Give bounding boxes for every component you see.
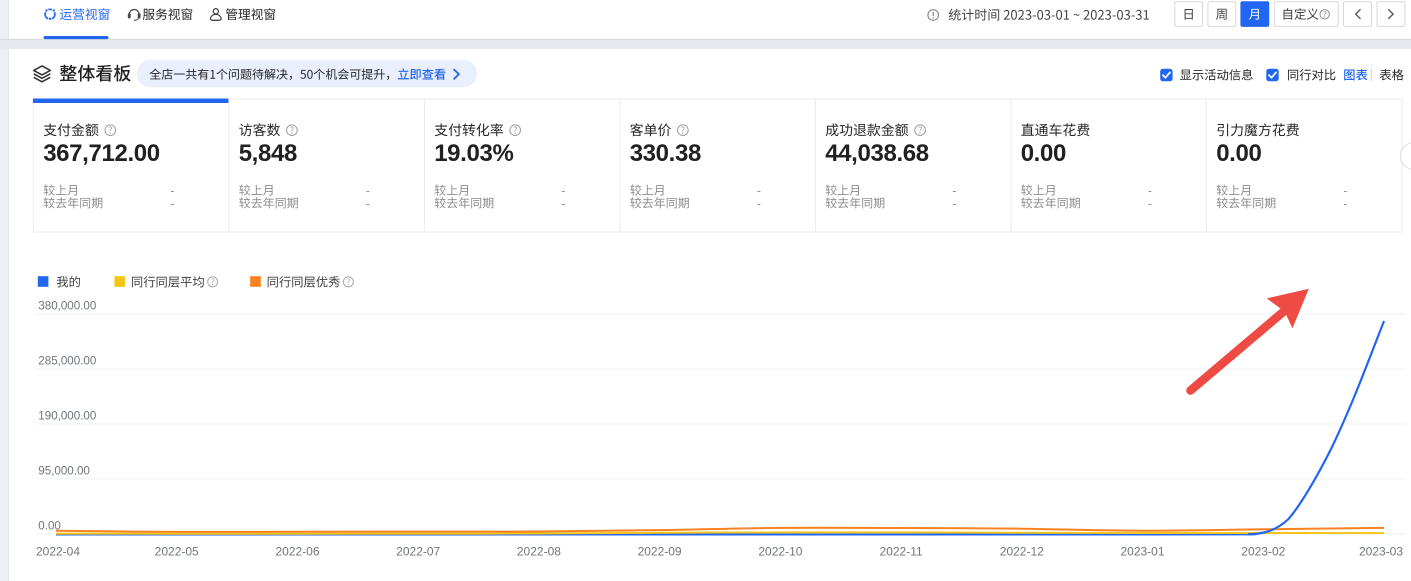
svg-text:2022-04: 2022-04 xyxy=(36,544,80,558)
svg-text:2022-08: 2022-08 xyxy=(517,544,561,558)
svg-text:-: - xyxy=(757,196,761,210)
svg-text:2022-06: 2022-06 xyxy=(275,544,319,558)
svg-text:-: - xyxy=(366,196,370,210)
svg-text:0.00: 0.00 xyxy=(1216,140,1261,167)
svg-text:2022-11: 2022-11 xyxy=(880,544,923,558)
svg-text:44,038.68: 44,038.68 xyxy=(825,140,929,167)
svg-text:2022-12: 2022-12 xyxy=(1000,544,1044,558)
svg-text:-: - xyxy=(1148,196,1152,210)
svg-text:19.03%: 19.03% xyxy=(434,140,513,167)
svg-text:2023-02: 2023-02 xyxy=(1241,544,1285,558)
svg-text:2023-01: 2023-01 xyxy=(1120,544,1164,558)
svg-text:5,848: 5,848 xyxy=(239,140,297,167)
svg-text:-: - xyxy=(952,196,956,210)
svg-text:95,000.00: 95,000.00 xyxy=(38,464,90,477)
svg-text:-: - xyxy=(170,196,174,210)
svg-text:2022-07: 2022-07 xyxy=(396,544,440,558)
svg-text:2022-10: 2022-10 xyxy=(758,544,802,558)
svg-text:190,000.00: 190,000.00 xyxy=(38,410,96,423)
svg-text:2022-05: 2022-05 xyxy=(155,544,199,558)
svg-text:-: - xyxy=(561,196,565,210)
svg-text:2022-09: 2022-09 xyxy=(638,544,682,558)
svg-text:-: - xyxy=(1343,196,1347,210)
svg-text:380,000.00: 380,000.00 xyxy=(38,300,96,313)
svg-text:330.38: 330.38 xyxy=(630,140,701,167)
svg-text:2023-03: 2023-03 xyxy=(1359,544,1403,558)
svg-text:367,712.00: 367,712.00 xyxy=(43,140,160,167)
svg-text:0.00: 0.00 xyxy=(1021,140,1066,167)
svg-text:285,000.00: 285,000.00 xyxy=(38,355,96,368)
